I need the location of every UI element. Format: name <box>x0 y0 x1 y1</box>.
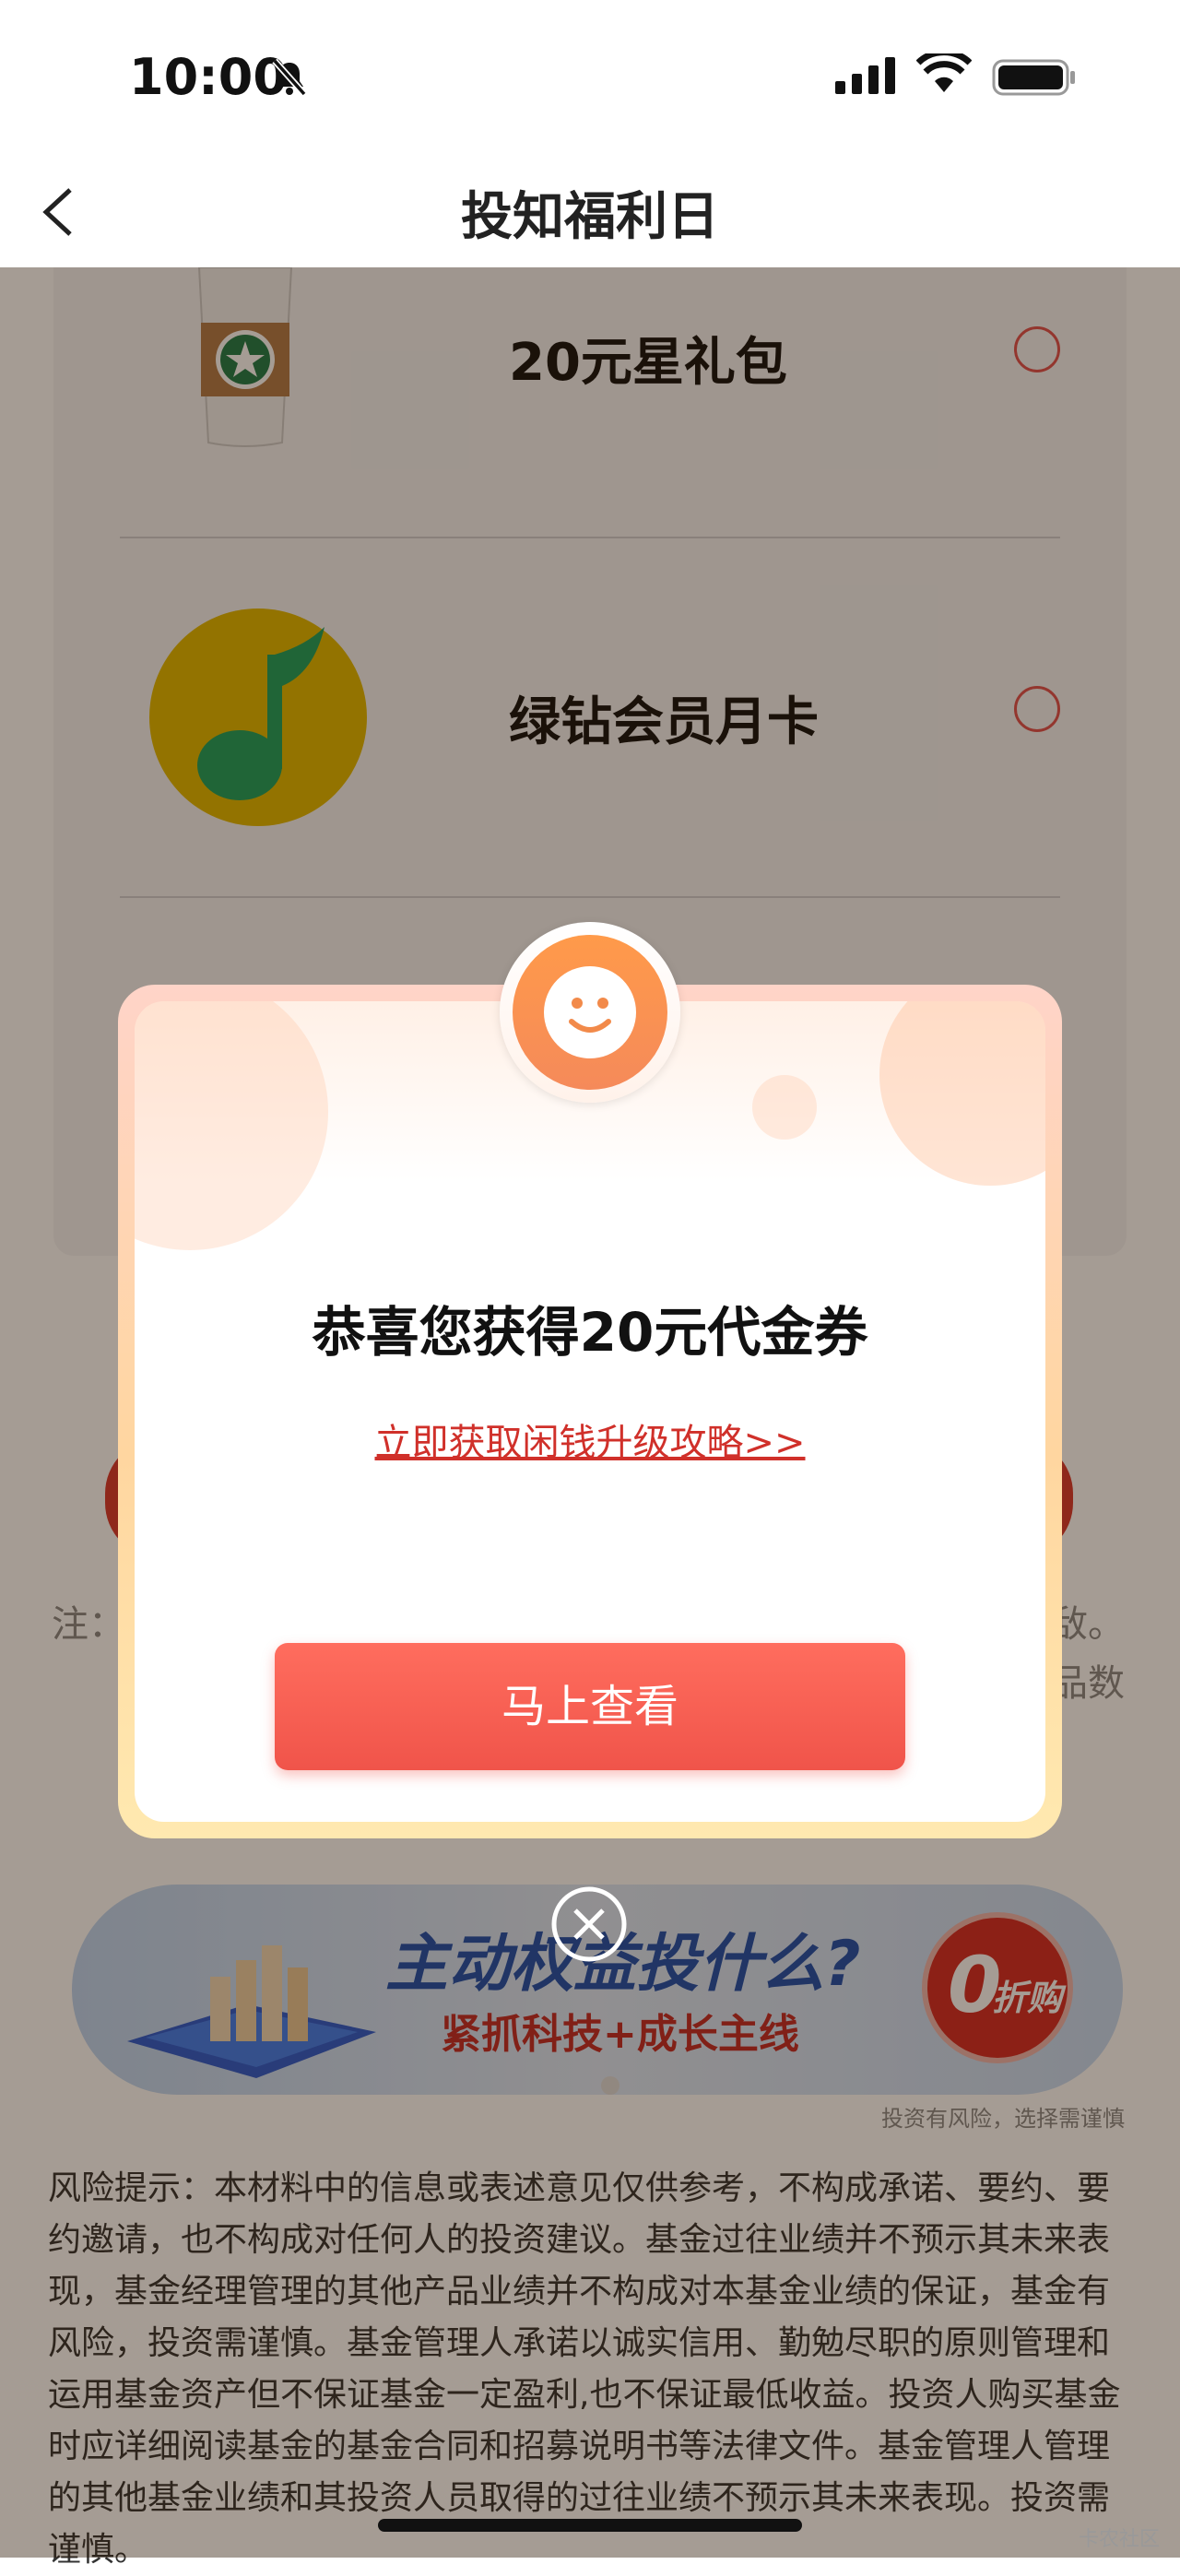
strategy-link[interactable]: 立即获取闲钱升级攻略>> <box>135 1412 1045 1466</box>
status-time: 10:00 <box>129 48 288 106</box>
smiley-icon <box>500 922 680 1103</box>
watermark: 卡农社区 <box>1078 2528 1160 2551</box>
modal-body: 恭喜您获得20元代金券 立即获取闲钱升级攻略>> 马上查看 <box>135 1001 1045 1822</box>
view-now-button[interactable]: 马上查看 <box>275 1643 905 1770</box>
signal-icon <box>835 57 895 94</box>
decor-circle <box>879 1001 1045 1186</box>
close-icon[interactable] <box>549 1885 629 1964</box>
wifi-icon <box>916 53 972 92</box>
page-title: 投知福利日 <box>461 187 719 247</box>
home-indicator[interactable] <box>378 2519 802 2532</box>
reward-modal: 恭喜您获得20元代金券 立即获取闲钱升级攻略>> 马上查看 <box>118 985 1062 1838</box>
nav-bar: 投知福利日 <box>0 157 1180 267</box>
status-bar: 10:00 <box>0 0 1180 157</box>
battery-icon <box>992 59 1075 96</box>
muted-bell-icon <box>272 58 307 97</box>
decor-circle <box>752 1075 817 1140</box>
decor-circle <box>135 1001 328 1250</box>
modal-title: 恭喜您获得20元代金券 <box>312 1301 868 1364</box>
